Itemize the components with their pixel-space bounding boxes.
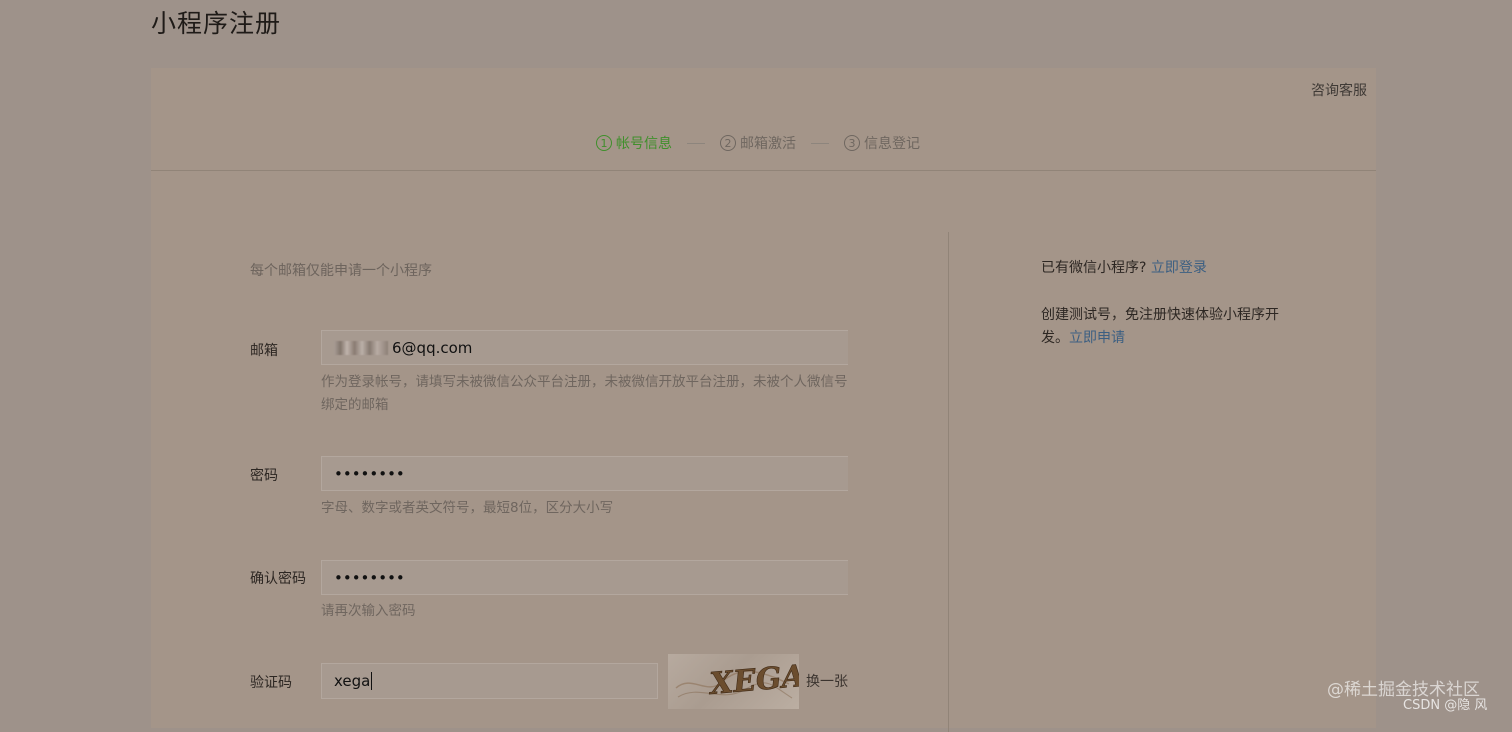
page-title: 小程序注册: [151, 9, 282, 38]
password-label: 密码: [250, 468, 278, 484]
password-hint: 字母、数字或者英文符号，最短8位，区分大小写: [321, 500, 614, 516]
confirm-password-label: 确认密码: [250, 571, 306, 587]
change-captcha-link[interactable]: 换一张: [806, 671, 848, 691]
captcha-image-text: XEGA: [706, 659, 799, 702]
steps-divider: [151, 170, 1376, 171]
confirm-password-input[interactable]: ••••••••: [321, 560, 848, 595]
customer-support-link[interactable]: 咨询客服: [1311, 80, 1367, 100]
step-account-info: 1 帐号信息: [596, 133, 672, 153]
step-separator: [687, 142, 705, 144]
test-account-line: 创建测试号，免注册快速体验小程序开发。立即申请: [1041, 304, 1291, 350]
captcha-svg: XEGA: [675, 659, 799, 703]
email-visible-value: 6@qq.com: [392, 338, 473, 357]
email-hint: 作为登录帐号，请填写未被微信公众平台注册，未被微信开放平台注册，未被个人微信号绑…: [321, 374, 848, 413]
password-input[interactable]: ••••••••: [321, 456, 848, 491]
csdn-watermark: CSDN @隐 风: [1403, 698, 1488, 713]
step-number-2: 2: [720, 135, 736, 151]
confirm-password-hint: 请再次输入密码: [321, 603, 416, 619]
captcha-image[interactable]: XEGA: [668, 654, 799, 709]
step-label-account-info: 帐号信息: [616, 136, 672, 152]
text-caret: [371, 672, 373, 690]
masked-email-value: 6@qq.com: [334, 339, 472, 357]
email-label: 邮箱: [250, 343, 278, 359]
step-info-registration: 3 信息登记: [844, 133, 920, 153]
email-input[interactable]: 6@qq.com: [321, 330, 848, 365]
content-divider: [948, 232, 949, 732]
login-now-link[interactable]: 立即登录: [1151, 260, 1207, 276]
step-number-3: 3: [844, 135, 860, 151]
confirm-password-value: ••••••••: [334, 568, 405, 587]
captcha-input[interactable]: xega: [321, 663, 658, 699]
password-value: ••••••••: [334, 464, 405, 483]
form-note: 每个邮箱仅能申请一个小程序: [250, 263, 432, 279]
step-separator: [811, 142, 829, 144]
registration-panel: 咨询客服 1 帐号信息 2 邮箱激活 3 信息登记 每个邮箱仅能申请一个小程序 …: [151, 68, 1376, 732]
existing-account-text: 已有微信小程序?: [1041, 260, 1147, 276]
email-blur-mask: [334, 340, 388, 355]
existing-account-line: 已有微信小程序? 立即登录: [1041, 257, 1207, 280]
step-number-1: 1: [596, 135, 612, 151]
step-label-email-activation: 邮箱激活: [740, 136, 796, 152]
captcha-label: 验证码: [250, 675, 292, 691]
step-label-info-registration: 信息登记: [864, 136, 920, 152]
captcha-value: xega: [334, 672, 371, 690]
registration-steps: 1 帐号信息 2 邮箱激活 3 信息登记: [596, 132, 920, 154]
apply-now-link[interactable]: 立即申请: [1069, 330, 1125, 346]
step-email-activation: 2 邮箱激活: [720, 133, 796, 153]
